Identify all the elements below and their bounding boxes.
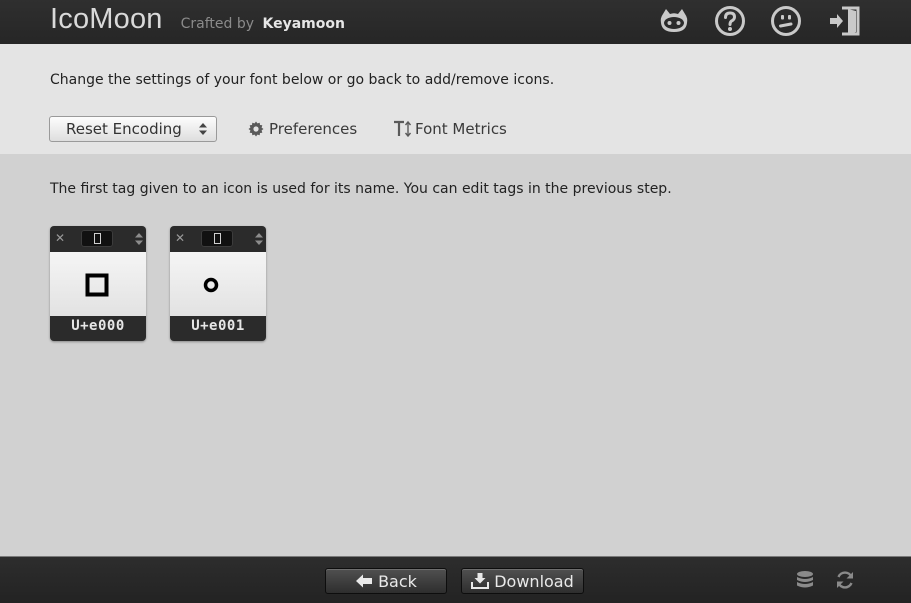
settings-panel: Change the settings of your font below o…: [0, 44, 911, 154]
glyph-area: The first tag given to an icon is used f…: [0, 154, 911, 557]
preferences-button[interactable]: Preferences: [247, 118, 357, 140]
encoding-select[interactable]: Reset Encoding: [49, 116, 217, 142]
glyph-card-toolbar: ✕: [170, 226, 266, 252]
app-header: IcoMoon Crafted by Keyamoon: [0, 0, 911, 44]
glyph-card[interactable]: ✕ U+e001: [170, 226, 266, 341]
font-metrics-button[interactable]: Font Metrics: [393, 118, 507, 140]
glyph-size-toggle[interactable]: [81, 230, 113, 247]
arrow-left-icon: [355, 573, 373, 589]
close-icon[interactable]: ✕: [55, 230, 65, 246]
gear-icon: [247, 120, 265, 138]
square-outline-icon: [85, 273, 109, 297]
download-icon: [471, 573, 490, 589]
github-icon[interactable]: [658, 5, 690, 37]
download-label: Download: [494, 571, 574, 591]
smiley-icon[interactable]: [770, 5, 802, 37]
back-button[interactable]: Back: [325, 568, 447, 594]
database-icon[interactable]: [794, 569, 816, 591]
reorder-arrows-icon[interactable]: [255, 233, 263, 245]
glyph-preview[interactable]: [170, 252, 266, 316]
brand-name[interactable]: IcoMoon: [50, 0, 163, 38]
glyph-card-toolbar: ✕: [50, 226, 146, 252]
text-height-icon: [393, 120, 411, 138]
glyph-preview[interactable]: [50, 252, 146, 316]
settings-intro-text: Change the settings of your font below o…: [50, 72, 555, 88]
help-icon[interactable]: [714, 5, 746, 37]
close-icon[interactable]: ✕: [175, 230, 185, 246]
ring-icon: [203, 277, 219, 293]
glyph-code[interactable]: U+e001: [170, 318, 266, 334]
glyph-card[interactable]: ✕ U+e000: [50, 226, 146, 341]
reorder-arrows-icon[interactable]: [135, 233, 143, 245]
tag-notice: The first tag given to an icon is used f…: [50, 181, 672, 197]
sign-out-icon[interactable]: [828, 5, 860, 37]
glyph-size-toggle[interactable]: [201, 230, 233, 247]
crafted-by-label: Crafted by: [180, 16, 255, 32]
select-arrows-icon: [199, 123, 207, 135]
author-link[interactable]: Keyamoon: [263, 16, 345, 32]
refresh-icon[interactable]: [834, 569, 856, 591]
download-button[interactable]: Download: [461, 568, 584, 594]
back-label: Back: [378, 571, 417, 591]
footer-bar: Back Download: [0, 557, 911, 603]
brand-credit: Crafted by Keyamoon: [181, 5, 345, 43]
preferences-label: Preferences: [269, 120, 358, 138]
brand: IcoMoon Crafted by Keyamoon: [50, 0, 345, 44]
glyph-code[interactable]: U+e000: [50, 318, 146, 334]
encoding-select-value: Reset Encoding: [66, 120, 182, 138]
font-metrics-label: Font Metrics: [415, 120, 507, 138]
